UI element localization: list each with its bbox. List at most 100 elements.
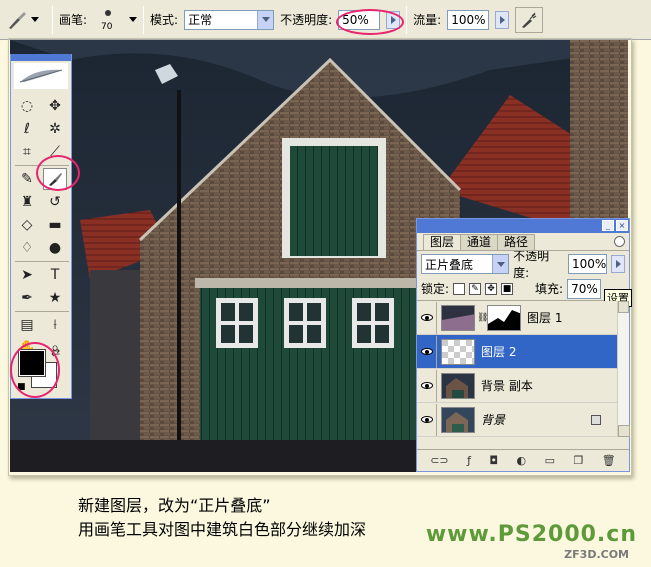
layer-row-selected[interactable]: 图层 2 xyxy=(417,335,629,369)
brush-size: 70 xyxy=(101,21,113,32)
adjustment-layer-icon[interactable]: ◐ xyxy=(517,454,527,467)
airbrush-icon xyxy=(522,12,537,28)
chevron-down-icon xyxy=(257,10,274,29)
divider xyxy=(15,165,69,166)
brush-icon xyxy=(9,11,26,29)
airbrush-toggle[interactable] xyxy=(515,6,544,33)
tab-paths[interactable]: 路径 xyxy=(497,234,536,250)
healing-brush-tool-icon[interactable]: ✎ xyxy=(15,168,39,190)
options-bar: 画笔: 70 模式: 正常 不透明度: 50% 流量: 100% xyxy=(0,0,651,40)
eyedropper-tool-icon[interactable]: ⟊ xyxy=(43,314,67,336)
eraser-tool-icon[interactable]: ◇ xyxy=(15,214,39,236)
watermark: www.PS2000.cn xyxy=(425,522,637,547)
marquee-tool-icon[interactable]: ◌ xyxy=(15,95,39,117)
feather-icon xyxy=(19,69,63,83)
gradient-tool-icon[interactable]: ▬ xyxy=(43,214,67,236)
link-layers-icon[interactable]: ⊂⊃ xyxy=(430,454,448,467)
layer-name: 图层 2 xyxy=(481,345,517,359)
visibility-eye-icon[interactable] xyxy=(417,369,437,402)
layer-thumbnail xyxy=(441,406,475,433)
layers-panel-tabs: 图层 通道 路径 xyxy=(417,233,629,251)
layer-row[interactable]: 背景 xyxy=(417,403,629,437)
crop-tool-icon[interactable]: ⌗ xyxy=(15,141,39,163)
opacity-slider-button[interactable] xyxy=(386,10,401,29)
shape-tool-icon[interactable]: ★ xyxy=(43,287,67,309)
clone-stamp-tool-icon[interactable]: ♜ xyxy=(15,191,39,213)
dodge-tool-icon[interactable]: ● xyxy=(43,237,67,259)
chain-link-icon[interactable]: ⛓ xyxy=(477,313,488,323)
default-colors-icon[interactable]: ■ xyxy=(17,382,26,392)
divider xyxy=(15,311,69,312)
divider xyxy=(52,5,53,34)
blur-tool-icon[interactable]: ♢ xyxy=(15,237,39,259)
visibility-eye-icon[interactable] xyxy=(417,301,437,334)
caption-line-1: 新建图层，改为“正片叠底” xyxy=(78,496,271,515)
type-tool-icon[interactable]: T xyxy=(43,264,67,286)
tab-layers[interactable]: 图层 xyxy=(423,234,462,250)
lock-transparency-icon[interactable] xyxy=(453,282,466,295)
mode-value: 正常 xyxy=(188,13,213,27)
visibility-eye-icon[interactable] xyxy=(417,403,437,436)
path-selection-tool-icon[interactable]: ➤ xyxy=(15,264,39,286)
move-tool-icon[interactable]: ✥ xyxy=(43,95,67,117)
blend-mode-select[interactable]: 正片叠底 xyxy=(421,254,510,274)
lock-position-icon[interactable]: ✥ xyxy=(485,282,498,295)
layers-panel-title-bar[interactable]: _ × xyxy=(417,219,629,233)
brush-picker-chevron-icon[interactable] xyxy=(129,17,138,22)
layer-name: 背景 副本 xyxy=(481,379,533,393)
new-layer-icon[interactable]: ❐ xyxy=(573,454,583,467)
layer-opacity-slider-button[interactable] xyxy=(611,255,625,273)
layer-style-icon[interactable]: ƒ xyxy=(467,454,471,467)
brush-tool-icon[interactable] xyxy=(43,168,67,190)
mode-select[interactable]: 正常 xyxy=(184,9,275,30)
history-brush-tool-icon[interactable]: ↺ xyxy=(43,191,67,213)
swap-colors-icon[interactable]: ⇄ xyxy=(51,346,60,359)
slice-tool-icon[interactable]: ⟋ xyxy=(43,141,67,163)
divider xyxy=(143,5,145,34)
delete-layer-icon[interactable]: 🗑 xyxy=(602,454,616,467)
layers-panel: _ × 图层 通道 路径 正片叠底 不透明度: 100% 锁定: ✎ ✥ ■ 填… xyxy=(416,218,632,472)
tool-grid: ◌ ✥ ℓ ✲ ⌗ ⟋ ✎ ♜ ↺ ◇ ▬ ♢ ● ➤ T ✒ ★ ▤ ⟊ ✋ … xyxy=(11,91,71,363)
layer-opacity-input[interactable]: 100% xyxy=(567,254,608,274)
layer-opacity-label: 不透明度: xyxy=(513,249,550,280)
tab-channels[interactable]: 通道 xyxy=(460,234,499,250)
notes-tool-icon[interactable]: ▤ xyxy=(15,314,39,336)
brush-label: 画笔: xyxy=(59,13,88,27)
layer-row[interactable]: 背景 副本 xyxy=(417,369,629,403)
panel-menu-icon[interactable] xyxy=(614,236,625,247)
flow-input[interactable]: 100% xyxy=(447,9,490,30)
scroll-up-icon[interactable] xyxy=(618,301,629,313)
flow-label: 流量: xyxy=(413,13,442,27)
lock-label: 锁定: xyxy=(421,282,450,296)
new-group-icon[interactable]: ▭ xyxy=(545,454,555,467)
magic-wand-tool-icon[interactable]: ✲ xyxy=(43,118,67,140)
caption-line-2: 用画笔工具对图中建筑白色部分继续加深 xyxy=(78,520,367,539)
lasso-tool-icon[interactable]: ℓ xyxy=(15,118,39,140)
scroll-down-icon[interactable] xyxy=(618,425,630,437)
blend-mode-value: 正片叠底 xyxy=(425,257,474,272)
lock-pixels-icon[interactable]: ✎ xyxy=(469,282,482,295)
feather-logo[interactable] xyxy=(14,63,68,89)
divider xyxy=(15,261,69,262)
caption: 新建图层，改为“正片叠底” 用画笔工具对图中建筑白色部分继续加深 xyxy=(78,494,366,542)
layers-scrollbar[interactable] xyxy=(617,301,630,437)
minimize-icon[interactable]: _ xyxy=(602,220,614,231)
layer-row[interactable]: ⛓ 图层 1 xyxy=(417,301,629,335)
toolbox-title-bar[interactable] xyxy=(11,54,71,61)
pen-tool-icon[interactable]: ✒ xyxy=(15,287,39,309)
close-icon[interactable]: × xyxy=(616,220,628,231)
layer-thumbnail xyxy=(441,338,475,365)
brush-picker[interactable]: 70 xyxy=(93,6,123,34)
tool-preset-picker[interactable] xyxy=(6,6,46,34)
flow-slider-button[interactable] xyxy=(495,10,510,29)
fill-input[interactable]: 70% xyxy=(567,278,602,299)
foreground-color-swatch[interactable] xyxy=(18,349,46,377)
lock-all-icon[interactable]: ■ xyxy=(501,282,514,295)
chevron-down-icon xyxy=(31,17,39,22)
chevron-down-icon xyxy=(492,255,509,273)
visibility-eye-icon[interactable] xyxy=(417,335,437,368)
opacity-input[interactable]: 50% xyxy=(338,9,381,30)
add-mask-icon[interactable]: ◘ xyxy=(489,454,498,467)
layer-mask-thumbnail[interactable] xyxy=(487,304,521,331)
layer-name: 背景 xyxy=(481,413,506,427)
